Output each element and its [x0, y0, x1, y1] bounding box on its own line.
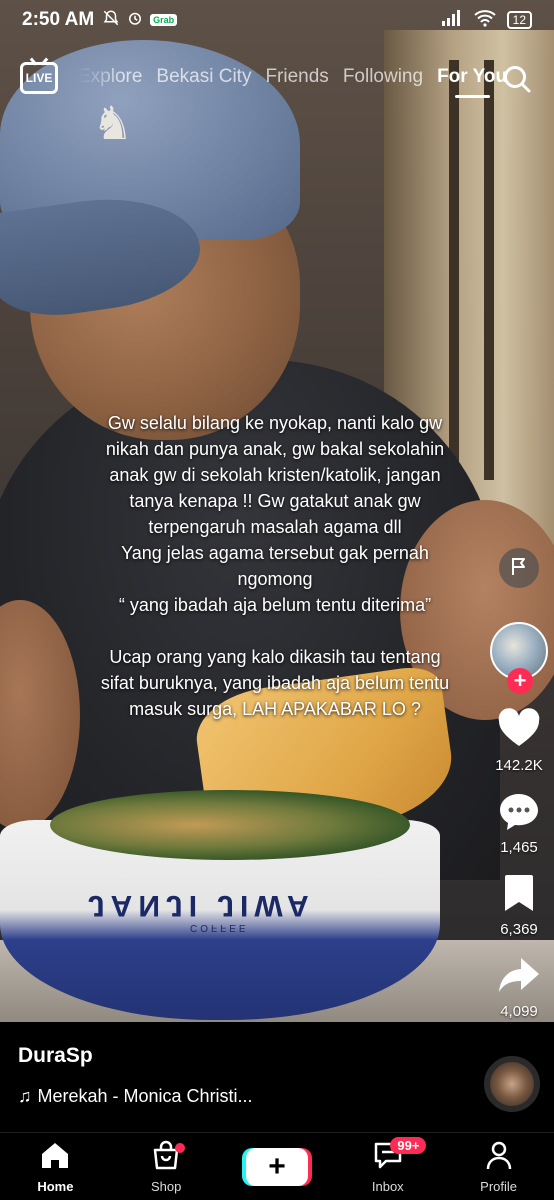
caption-line: Yang jelas agama tersebut gak pernah: [121, 543, 429, 563]
battery-icon: 12: [506, 11, 532, 29]
like-count: 142.2K: [495, 757, 543, 774]
bowl-brand-subtext: COFFEE: [190, 922, 249, 933]
flag-icon: [509, 556, 529, 581]
nav-shop-label: Shop: [151, 1178, 182, 1194]
nav-inbox-label: Inbox: [371, 1178, 404, 1194]
tab-following[interactable]: Following: [343, 66, 423, 88]
bookmark-icon: [497, 872, 541, 919]
signal-icon: [441, 9, 463, 31]
tab-explore[interactable]: Explore: [78, 66, 142, 88]
shop-notification-dot: [174, 1143, 185, 1153]
polo-logo-icon: ♞: [92, 97, 134, 149]
creator-avatar-button[interactable]: +: [490, 622, 548, 694]
tab-for-you[interactable]: For You: [437, 66, 507, 98]
status-time: 2:50 AM: [22, 9, 95, 30]
comment-icon: [497, 790, 541, 837]
inbox-badge: 99+: [390, 1137, 427, 1154]
caption-line: “ yang ibadah aja belum tentu diterima”: [118, 595, 432, 615]
home-icon: [39, 1140, 71, 1175]
music-note-icon: ♫: [18, 1086, 32, 1106]
search-icon[interactable]: [502, 64, 532, 94]
caption-line: ngomong: [237, 569, 313, 589]
nav-profile-label: Profile: [480, 1178, 518, 1194]
alarm-icon: [126, 9, 144, 32]
nav-home[interactable]: Home: [0, 1133, 111, 1200]
action-rail: + 142.2K 1,465 6,369 4,099: [484, 548, 554, 1036]
caption-line: Ucap orang yang kalo dikasih tau tentang: [109, 647, 441, 667]
caption-line: terpengaruh masalah agama dll: [148, 517, 402, 537]
bookmark-button[interactable]: 6,369: [497, 872, 541, 938]
music-disc-button[interactable]: [484, 1056, 540, 1112]
music-title: Merekah - Monica Christi...: [37, 1086, 253, 1106]
follow-plus-button[interactable]: +: [507, 668, 533, 694]
plus-icon: +: [268, 1149, 286, 1183]
tab-bekasi-city[interactable]: Bekasi City: [156, 66, 251, 88]
share-icon: [497, 954, 541, 1001]
top-navigation: LIVE Explore Bekasi City Friends Followi…: [0, 56, 554, 104]
status-bar: 2:50 AM Grab 12: [0, 0, 554, 40]
nav-create[interactable]: +: [222, 1133, 333, 1200]
nav-shop[interactable]: Shop: [111, 1133, 222, 1200]
caption-line: sifat buruknya, yang ibadah aja belum te…: [100, 673, 450, 693]
share-count: 4,099: [500, 1003, 538, 1020]
video-food: [50, 790, 410, 860]
caption-line: nikah dan punya anak, gw bakal sekolahin: [105, 439, 445, 459]
creator-username[interactable]: DuraSp: [18, 1044, 93, 1068]
create-button[interactable]: +: [245, 1147, 308, 1186]
caption-line: masuk surga, LAH APAKABAR LO ?: [129, 699, 421, 719]
like-button[interactable]: 142.2K: [495, 708, 543, 774]
feed-tabs: Explore Bekasi City Friends Following Fo…: [78, 66, 507, 98]
comment-button[interactable]: 1,465: [497, 790, 541, 856]
caption-line: anak gw di sekolah kristen/katolik, jang…: [109, 465, 441, 485]
report-flag-button[interactable]: [499, 548, 539, 588]
share-button[interactable]: 4,099: [497, 954, 541, 1020]
bell-off-icon: [102, 9, 120, 32]
nav-profile[interactable]: Profile: [443, 1133, 554, 1200]
profile-icon: [483, 1140, 515, 1175]
bookmark-count: 6,369: [500, 921, 538, 938]
wifi-icon: [473, 9, 497, 32]
caption-line: tanya kenapa !! Gw gatakut anak gw: [129, 491, 421, 511]
comment-count: 1,465: [500, 839, 538, 856]
bowl-brand-text: JANJI JIWA: [88, 889, 315, 922]
heart-icon: [497, 708, 541, 755]
music-info[interactable]: ♫ Merekah - Monica Christi...: [18, 1086, 253, 1107]
video-caption-overlay: Gw selalu bilang ke nyokap, nanti kalo g…: [60, 410, 490, 722]
live-tv-icon[interactable]: LIVE: [20, 62, 58, 94]
tab-friends[interactable]: Friends: [265, 66, 328, 88]
nav-inbox[interactable]: 99+ Inbox: [332, 1133, 443, 1200]
grab-app-icon: Grab: [150, 14, 178, 26]
caption-line: Gw selalu bilang ke nyokap, nanti kalo g…: [107, 413, 443, 433]
nav-home-label: Home: [37, 1178, 74, 1194]
post-info: DuraSp ♫ Merekah - Monica Christi...: [0, 1022, 554, 1132]
bottom-navigation: Home Shop + 99+ Inbox Profile: [0, 1132, 554, 1200]
